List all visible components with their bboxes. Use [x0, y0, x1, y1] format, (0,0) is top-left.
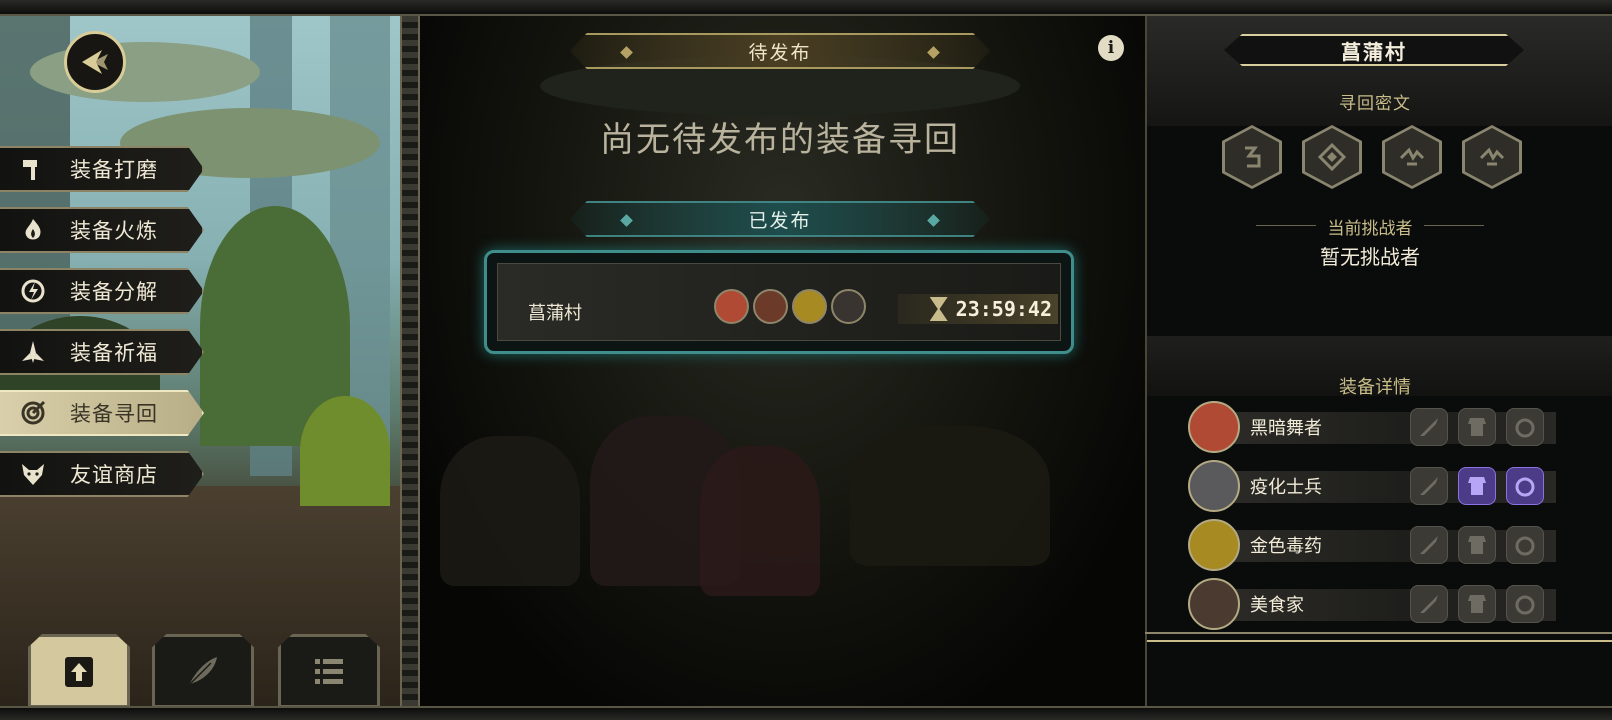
hero-row[interactable]: 疫化士兵 — [1188, 460, 1558, 512]
dancer-avatar-icon — [714, 289, 749, 324]
upload-button[interactable] — [28, 634, 130, 708]
sidebar-item-blessing[interactable]: 装备祈福 — [0, 329, 204, 375]
target-icon — [18, 398, 48, 428]
sidebar-item-label: 装备打磨 — [70, 158, 158, 182]
rune-face — [1385, 128, 1439, 186]
mushroom-cap — [30, 42, 260, 102]
back-arrow-icon — [82, 50, 108, 74]
gourmet-avatar-icon — [1188, 578, 1240, 630]
dismantle-icon — [18, 276, 48, 306]
hero-row[interactable]: 金色毒药 — [1188, 519, 1558, 571]
armor-slot-icon[interactable] — [1458, 585, 1496, 623]
rune-face — [1465, 128, 1519, 186]
sidebar-item-label: 装备祈福 — [70, 341, 158, 365]
dark-dancer-avatar-icon — [1188, 401, 1240, 453]
armor-slot-icon[interactable] — [1458, 408, 1496, 446]
published-section-label: 已发布 — [748, 209, 812, 232]
weapon-slot-icon[interactable] — [1410, 467, 1448, 505]
hero-row[interactable]: 黑暗舞者 — [1188, 401, 1558, 453]
published-section-banner: 已发布 — [570, 201, 990, 237]
runes-title: 寻回密文 — [1339, 94, 1411, 114]
pending-empty-text: 尚无待发布的装备寻回 — [600, 120, 960, 160]
list-button[interactable] — [278, 634, 380, 708]
background-figure — [440, 436, 580, 586]
top-frame-bar — [0, 0, 1612, 16]
plague-soldier-avatar-icon — [1188, 460, 1240, 512]
fox-icon — [18, 459, 48, 489]
upload-icon — [65, 657, 93, 687]
hero-name: 金色毒药 — [1250, 536, 1322, 557]
banner-ornament — [620, 214, 633, 227]
feather-icon — [188, 657, 217, 686]
sidebar-item-dismantle[interactable]: 装备分解 — [0, 268, 204, 314]
poison-avatar-icon — [792, 289, 827, 324]
published-quest-card[interactable]: 菖蒲村 23:59:42 — [484, 250, 1074, 354]
soldier-avatar-icon — [753, 289, 788, 324]
bottom-frame-bar — [0, 706, 1612, 720]
sidebar-item-label: 装备寻回 — [70, 402, 158, 426]
weapon-slot-icon[interactable] — [1410, 585, 1448, 623]
quest-card-body: 菖蒲村 23:59:42 — [497, 263, 1061, 341]
hourglass-icon — [929, 297, 948, 321]
rune-face — [1305, 128, 1359, 186]
banner-ornament — [927, 46, 940, 59]
armor-slot-icon[interactable] — [1458, 467, 1496, 505]
hero-name: 美食家 — [1250, 595, 1304, 616]
challenger-title: 当前挑战者 — [1250, 214, 1490, 239]
rune-1-icon[interactable] — [1222, 125, 1282, 189]
village-title: 菖蒲村 — [1224, 34, 1524, 66]
rune-4-icon[interactable] — [1462, 125, 1522, 189]
hero-row[interactable]: 美食家 — [1188, 578, 1558, 630]
info-icon: i — [1107, 38, 1115, 58]
rune-face — [1225, 128, 1279, 186]
banner-ornament — [620, 46, 633, 59]
flame-icon — [18, 215, 48, 245]
background-figure — [850, 426, 1050, 566]
list-icon — [315, 659, 343, 684]
weapon-slot-icon[interactable] — [1410, 526, 1448, 564]
ring-slot-icon[interactable] — [1506, 585, 1544, 623]
hammer-icon — [18, 154, 48, 184]
golden-poison-avatar-icon — [1188, 519, 1240, 571]
sidebar-item-polish[interactable]: 装备打磨 — [0, 146, 204, 192]
quest-timer: 23:59:42 — [898, 294, 1058, 324]
rune-list — [1222, 125, 1522, 189]
quest-location: 菖蒲村 — [528, 303, 582, 324]
quest-avatar-list — [714, 289, 866, 324]
ring-slot-icon[interactable] — [1506, 467, 1544, 505]
info-button[interactable]: i — [1098, 35, 1124, 61]
sidebar-item-forge[interactable]: 装备火炼 — [0, 207, 204, 253]
armor-slot-icon[interactable] — [1458, 526, 1496, 564]
banner-ornament — [927, 214, 940, 227]
rune-2-icon[interactable] — [1302, 125, 1362, 189]
blessing-icon — [18, 337, 48, 367]
sidebar-item-retrieve[interactable]: 装备寻回 — [0, 390, 204, 436]
sidebar-item-label: 装备分解 — [70, 280, 158, 304]
quest-timer-text: 23:59:42 — [955, 297, 1052, 321]
feather-button[interactable] — [152, 634, 254, 708]
hero-name: 疫化士兵 — [1250, 477, 1322, 498]
panel-divider — [400, 16, 420, 706]
pending-section-label: 待发布 — [748, 41, 812, 64]
gourmet-avatar-icon — [831, 289, 866, 324]
equipment-detail-title: 装备详情 — [1339, 377, 1411, 398]
weapon-slot-icon[interactable] — [1410, 408, 1448, 446]
challenger-value: 暂无挑战者 — [1320, 245, 1420, 269]
sidebar-item-friendship-shop[interactable]: 友谊商店 — [0, 451, 204, 497]
background-figure — [700, 446, 820, 596]
ring-slot-icon[interactable] — [1506, 526, 1544, 564]
hero-name: 黑暗舞者 — [1250, 418, 1322, 439]
back-button[interactable] — [64, 31, 126, 93]
pending-section-banner: 待发布 — [570, 33, 990, 69]
right-panel-edge — [1145, 632, 1612, 634]
ring-slot-icon[interactable] — [1506, 408, 1544, 446]
rune-3-icon[interactable] — [1382, 125, 1442, 189]
sidebar-item-label: 装备火炼 — [70, 219, 158, 243]
plant — [300, 396, 390, 506]
sidebar-item-label: 友谊商店 — [70, 463, 158, 487]
